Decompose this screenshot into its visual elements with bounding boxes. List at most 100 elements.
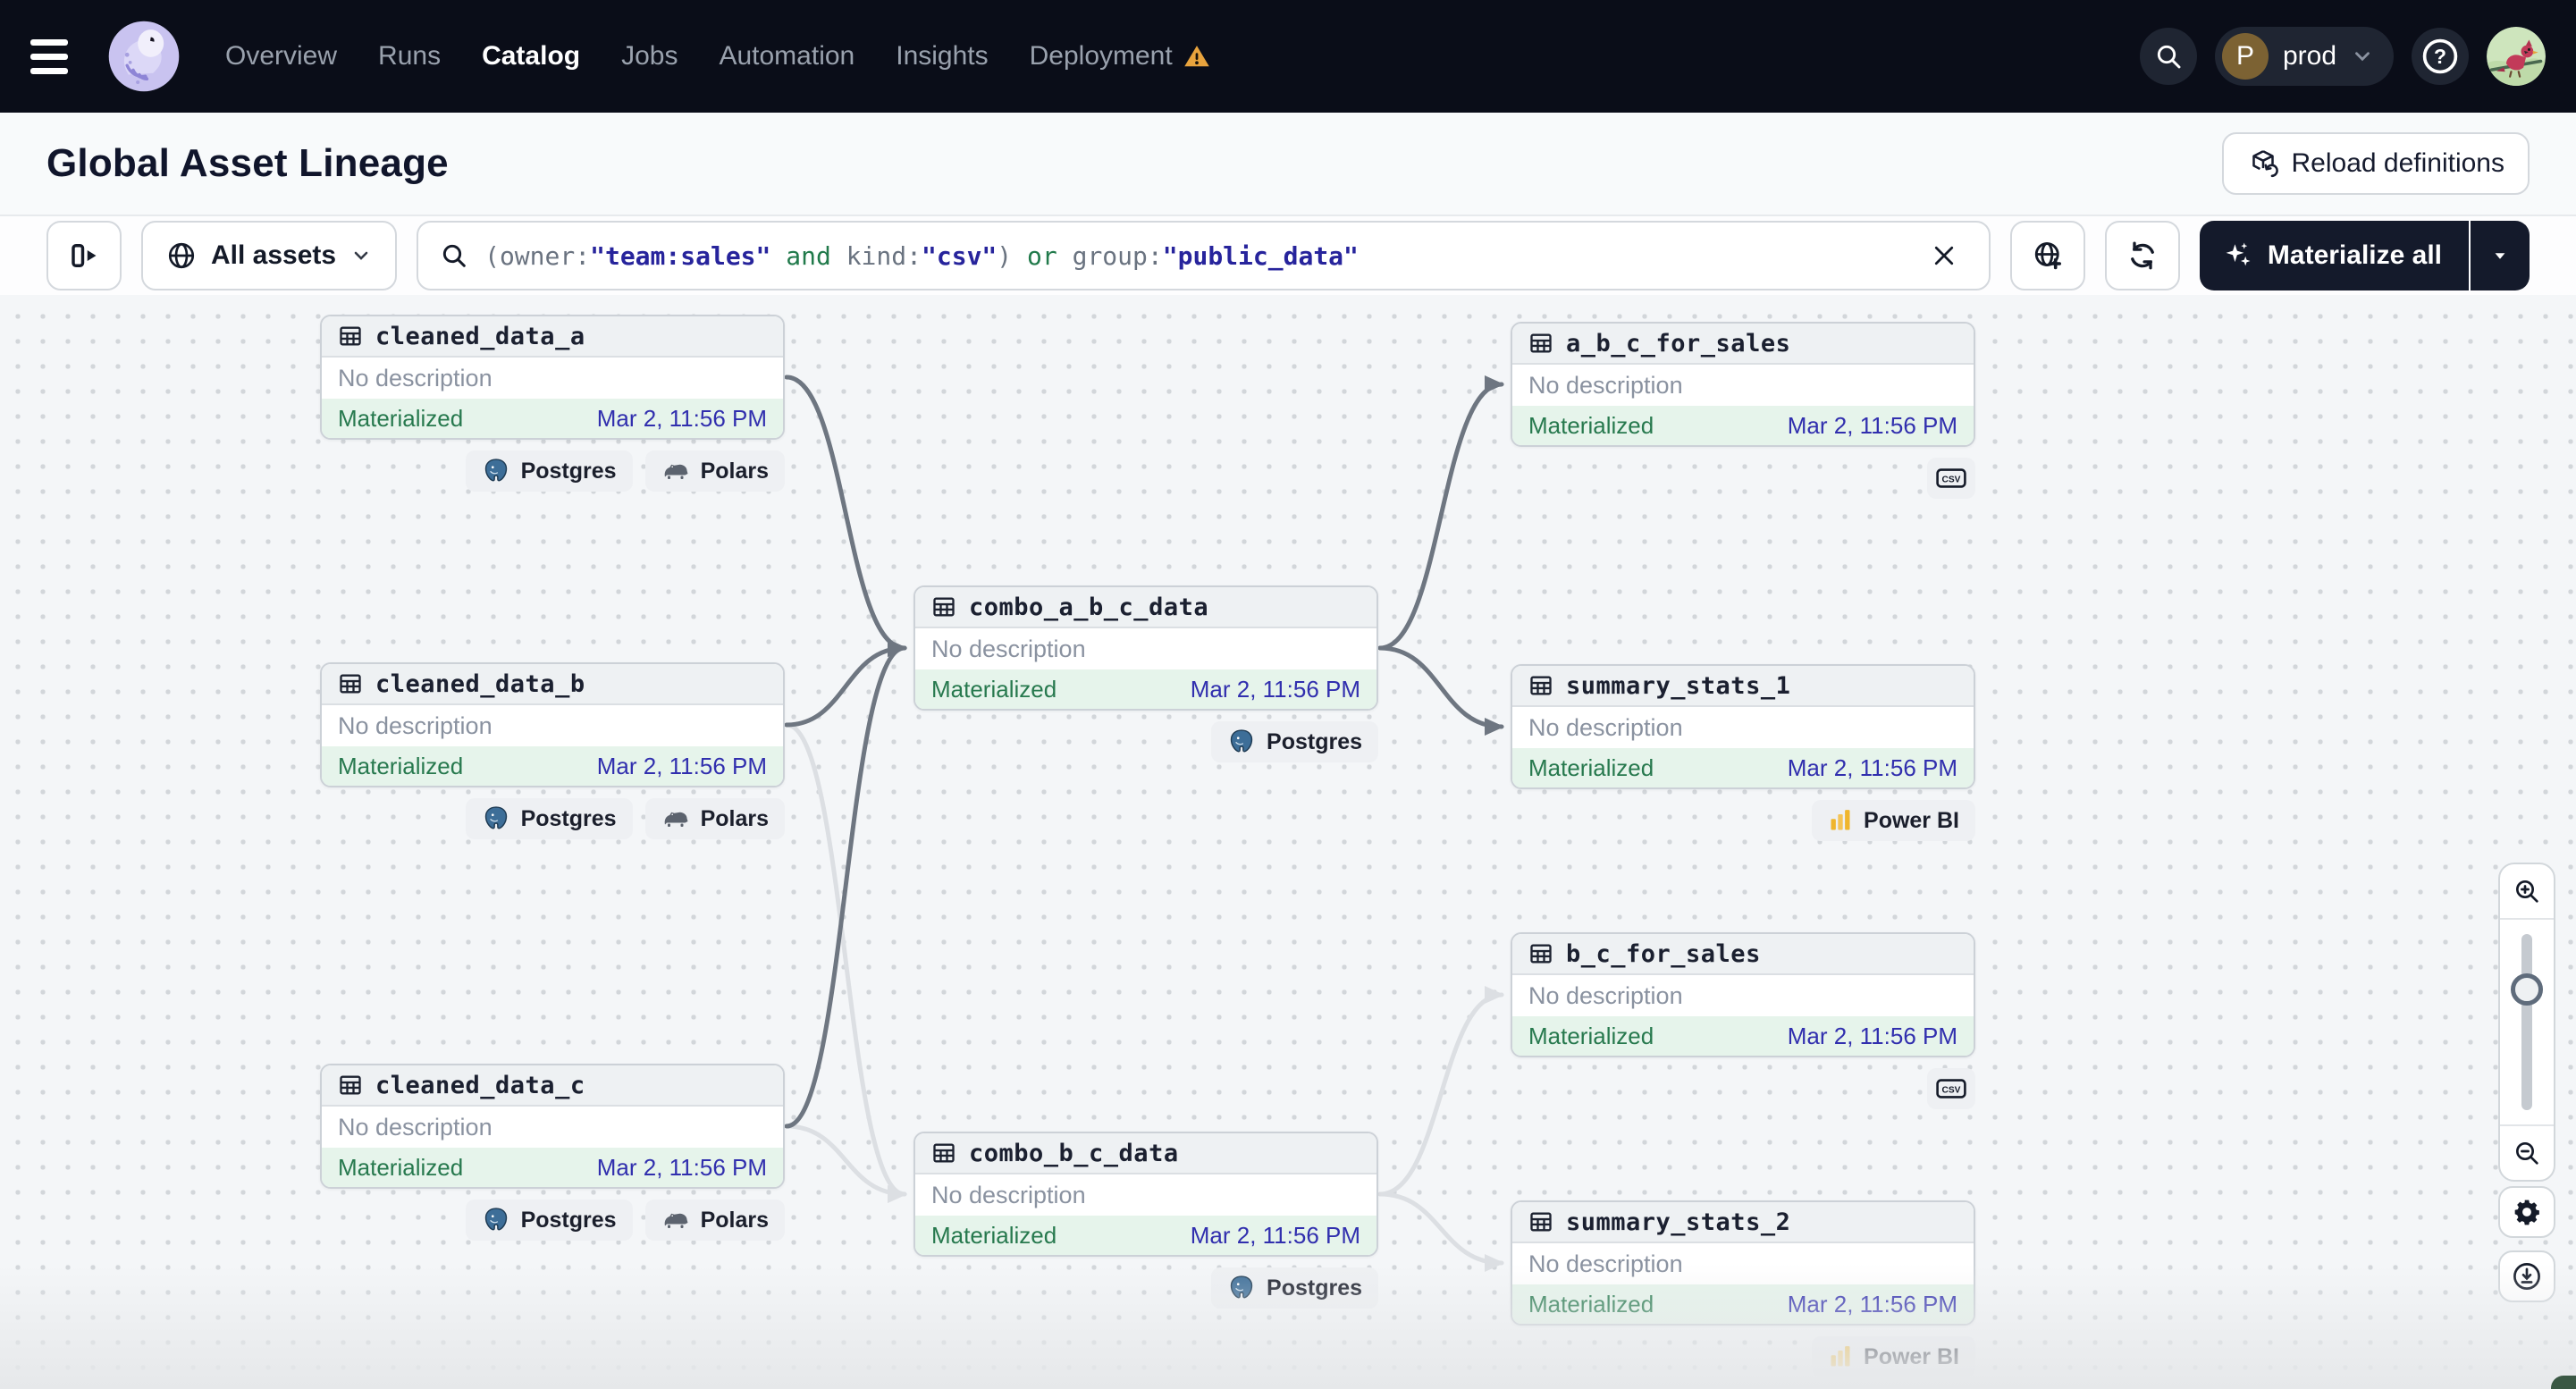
asset-tags-a_b_c_for_sales: CSV — [1511, 458, 1975, 499]
asset-scope-dropdown[interactable]: All assets — [141, 221, 398, 290]
asset-node-b_c_for_sales[interactable]: b_c_for_sales No description Materialized M… — [1511, 932, 1975, 1057]
postgres-icon — [484, 459, 507, 482]
search-icon — [2157, 45, 2181, 69]
asset-search-input[interactable]: (owner:"team:sales" and kind:"csv") or g… — [417, 221, 1991, 290]
tag-postgres[interactable]: Postgres — [465, 798, 633, 839]
open-asset-panel-button[interactable] — [46, 221, 122, 290]
csv-icon: CSV — [1936, 1079, 1966, 1099]
asset-status: Materialized — [338, 752, 464, 779]
asset-status: Materialized — [338, 404, 464, 432]
asset-node-a_b_c_for_sales[interactable]: a_b_c_for_sales No description Materialize… — [1511, 322, 1975, 447]
asset-tags-cleaned_data_a: Postgres Polars — [320, 450, 785, 492]
asset-status-bar: Materialized Mar 2, 11:56 PM — [322, 746, 783, 786]
reload-definitions-label: Reload definitions — [2291, 148, 2505, 178]
tag-label: Polars — [700, 805, 769, 831]
tag-polars[interactable]: Polars — [644, 798, 785, 839]
deployment-initial-badge: P — [2221, 33, 2269, 80]
gear-icon — [2514, 1200, 2539, 1225]
reload-definitions-button[interactable]: Reload definitions — [2221, 132, 2530, 195]
nav-item-jobs[interactable]: Jobs — [621, 41, 678, 72]
asset-node-cleaned_data_b[interactable]: cleaned_data_b No description Materialized… — [320, 662, 785, 787]
tag-postgres[interactable]: Postgres — [465, 1200, 633, 1241]
tag-csv[interactable]: CSV — [1927, 458, 1975, 499]
table-icon — [933, 597, 955, 617]
graph-settings-button[interactable] — [2498, 1186, 2555, 1238]
search-icon — [442, 244, 466, 267]
materialize-all-button[interactable]: Materialize all — [2199, 221, 2469, 290]
table-icon — [340, 1075, 361, 1095]
zoom-slider[interactable] — [2500, 918, 2554, 1126]
tag-postgres[interactable]: Postgres — [465, 450, 633, 492]
tag-csv[interactable]: CSV — [1927, 1068, 1975, 1109]
asset-description: No description — [931, 1181, 1086, 1208]
tag-postgres[interactable]: Postgres — [1211, 1267, 1378, 1309]
asset-tags-summary_stats_1: Power BI — [1511, 800, 1975, 841]
powerbi-icon — [1831, 1346, 1850, 1367]
chat-widget-corner — [2551, 1376, 2576, 1389]
chevron-down-icon — [2355, 52, 2370, 62]
csv-icon: CSV — [1936, 468, 1966, 488]
tag-powerbi[interactable]: Power BI — [1812, 1336, 1975, 1377]
zoom-in-button[interactable] — [2500, 864, 2554, 918]
asset-status: Materialized — [931, 675, 1057, 703]
table-icon — [1530, 1212, 1552, 1232]
asset-node-header: combo_a_b_c_data — [915, 587, 1376, 628]
zoom-in-icon — [2516, 880, 2538, 903]
powerbi-icon — [1831, 810, 1850, 830]
tag-polars[interactable]: Polars — [644, 1200, 785, 1241]
nav-item-automation[interactable]: Automation — [719, 41, 854, 72]
clear-search-button[interactable] — [1921, 232, 1967, 279]
nav-item-catalog[interactable]: Catalog — [482, 41, 580, 72]
tag-powerbi[interactable]: Power BI — [1812, 800, 1975, 841]
search-button[interactable] — [2139, 28, 2197, 85]
nav-item-insights[interactable]: Insights — [896, 41, 988, 72]
asset-status: Materialized — [1528, 1290, 1654, 1317]
asset-name: summary_stats_1 — [1566, 671, 1791, 700]
user-avatar[interactable] — [2487, 27, 2546, 86]
asset-node-cleaned_data_a[interactable]: cleaned_data_a No description Materialized… — [320, 315, 785, 440]
asset-lineage-graph[interactable]: cleaned_data_a No description Materialized… — [0, 295, 2576, 1389]
asset-node-combo_a_b_c_data[interactable]: combo_a_b_c_data No description Materializ… — [913, 585, 1378, 711]
tag-polars[interactable]: Polars — [644, 450, 785, 492]
nav-item-runs[interactable]: Runs — [378, 41, 441, 72]
asset-description: No description — [1528, 713, 1683, 741]
nav-item-deployment[interactable]: Deployment — [1030, 41, 1210, 72]
refresh-button[interactable] — [2104, 221, 2180, 290]
tag-label: Postgres — [1267, 728, 1362, 754]
sparkle-icon — [2226, 242, 2251, 266]
zoom-slider-track[interactable] — [2521, 934, 2532, 1110]
menu-icon[interactable] — [30, 31, 80, 81]
lineage-edge-cleaned_data_c-to-combo_a_b_c_data — [784, 639, 907, 1129]
dagster-logo-icon[interactable] — [107, 20, 181, 93]
asset-node-cleaned_data_c[interactable]: cleaned_data_c No description Materialized… — [320, 1064, 785, 1189]
postgres-icon — [1230, 1275, 1253, 1299]
asset-node-header: a_b_c_for_sales — [1512, 324, 1974, 365]
filter-to-selection-button[interactable] — [2009, 221, 2085, 290]
query-token: and — [770, 240, 846, 271]
query-token: "csv" — [922, 240, 998, 271]
table-icon — [1530, 944, 1552, 964]
download-image-button[interactable] — [2498, 1250, 2555, 1302]
materialize-options-button[interactable] — [2471, 221, 2530, 290]
zoom-out-button[interactable] — [2500, 1126, 2554, 1180]
query-token: kind: — [846, 240, 922, 271]
query-token: ) — [997, 240, 1013, 271]
asset-node-combo_b_c_data[interactable]: combo_b_c_data No description Materialized… — [913, 1132, 1378, 1257]
asset-node-summary_stats_1[interactable]: summary_stats_1 No description Materialize… — [1511, 664, 1975, 789]
postgres-icon — [484, 806, 507, 829]
asset-name: cleaned_data_b — [375, 669, 585, 698]
polars-icon — [664, 464, 688, 479]
page-header: Global Asset Lineage Reload definitions — [0, 113, 2576, 216]
lineage-edge-combo_b_c_data-to-summary_stats_2 — [1377, 1191, 1504, 1272]
asset-node-header: combo_b_c_data — [915, 1133, 1376, 1174]
lineage-edge-combo_a_b_c_data-to-a_b_c_for_sales — [1377, 375, 1504, 651]
lineage-toolbar: All assets (owner:"team:sales" and kind:… — [0, 216, 2576, 295]
tag-postgres[interactable]: Postgres — [1211, 721, 1378, 762]
asset-status: Materialized — [338, 1153, 464, 1181]
nav-item-overview[interactable]: Overview — [225, 41, 337, 72]
tag-label: Postgres — [520, 458, 617, 484]
zoom-slider-thumb[interactable] — [2511, 973, 2543, 1006]
deployment-switcher[interactable]: P prod — [2214, 27, 2394, 86]
help-button[interactable]: ? — [2412, 28, 2469, 85]
asset-node-summary_stats_2[interactable]: summary_stats_2 No description Materialize… — [1511, 1200, 1975, 1326]
